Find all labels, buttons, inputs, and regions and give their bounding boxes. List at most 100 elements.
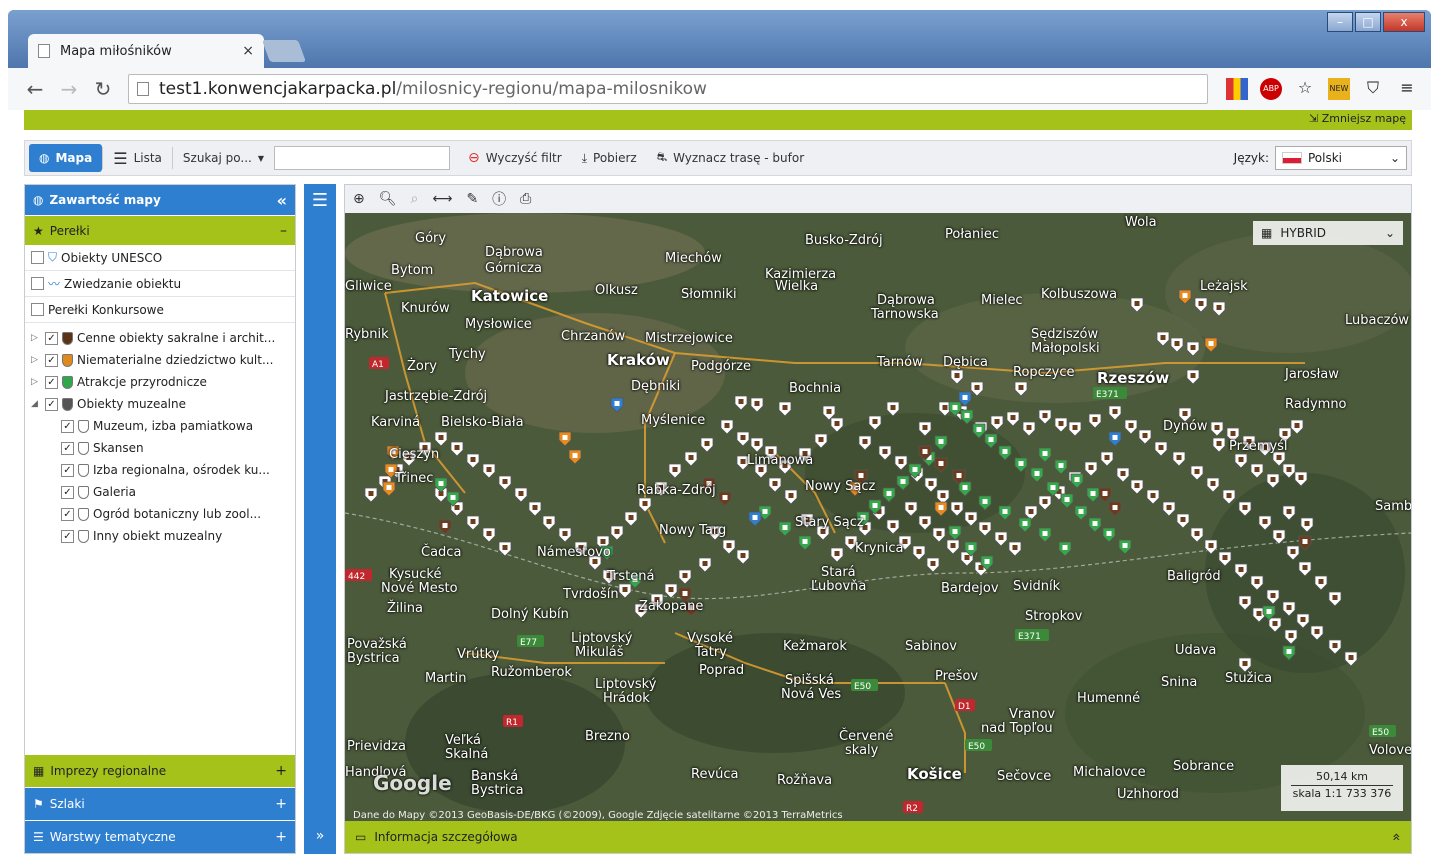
layer-row[interactable]: Perełki Konkursowe: [25, 297, 295, 323]
city-label: Košice: [907, 765, 962, 783]
section-expand-icon[interactable]: +: [275, 763, 287, 779]
expand-arrow-icon[interactable]: ▷: [31, 355, 41, 365]
collapse-panel-icon[interactable]: «: [277, 191, 287, 210]
shield-ext-icon[interactable]: ⛉: [1362, 78, 1384, 100]
tree-item[interactable]: ✓ Ogród botaniczny lub zool...: [25, 503, 295, 525]
layer-row[interactable]: 〰 Zwiedzanie obiektu: [25, 271, 295, 297]
layer-row[interactable]: ⛉ Obiekty UNESCO: [25, 245, 295, 271]
tree-checkbox[interactable]: ✓: [61, 529, 74, 543]
satellite-map[interactable]: A1 E371 E77 E371 E50 R1 D1 E50 E50 R2 442 Góry Dąbr…: [345, 213, 1411, 823]
close-window-button[interactable]: x: [1383, 12, 1425, 32]
city-label: Górnicza: [485, 261, 542, 276]
scale-distance: 50,14 km: [1291, 769, 1393, 786]
info-icon[interactable]: ⓘ: [492, 189, 506, 209]
draw-icon[interactable]: ✎: [466, 191, 478, 207]
city-label: Snina: [1161, 675, 1198, 690]
expand-details-icon[interactable]: »: [1389, 833, 1405, 842]
city-label: Prievidza: [347, 739, 406, 754]
print-icon[interactable]: ⎙: [520, 191, 531, 207]
tree-item[interactable]: ✓ Izba regionalna, ośrodek ku...: [25, 459, 295, 481]
city-label: Sobrance: [1173, 759, 1235, 774]
svg-text:E50: E50: [1372, 728, 1389, 738]
tab-close-icon[interactable]: ×: [242, 43, 254, 59]
expand-arrow-icon[interactable]: ▷: [31, 377, 41, 387]
section-expand-icon[interactable]: +: [275, 829, 287, 845]
minimize-button[interactable]: –: [1327, 12, 1353, 32]
layer-checkbox[interactable]: [31, 277, 44, 290]
details-bar[interactable]: ▭ Informacja szczegółowa »: [345, 821, 1411, 853]
url-field[interactable]: test1.konwencjakarpacka.pl/milosnicy-reg…: [128, 74, 1208, 104]
menu-icon[interactable]: ≡: [1396, 78, 1418, 100]
tree-checkbox[interactable]: ✓: [61, 441, 74, 455]
panel-header[interactable]: ◍ Zawartość mapy «: [25, 185, 295, 215]
tree-checkbox[interactable]: ✓: [61, 485, 74, 499]
city-label: Michalovce: [1073, 765, 1146, 780]
tree-checkbox[interactable]: ✓: [45, 397, 58, 411]
city-label: Podgórze: [691, 359, 751, 374]
back-icon[interactable]: ←: [18, 77, 52, 101]
layer-checkbox[interactable]: [31, 303, 44, 316]
extension-color-icon[interactable]: [1226, 78, 1248, 100]
map-content-panel: ◍ Zawartość mapy « ★ Perełki – ⛉ Obiekty …: [24, 184, 296, 854]
section-1[interactable]: ⚑ Szlaki +: [25, 787, 295, 820]
reload-icon[interactable]: ↻: [86, 77, 120, 101]
route-button[interactable]: ⛐ Wyznacz trasę - bufor: [647, 144, 814, 172]
section-expand-icon[interactable]: +: [275, 796, 287, 812]
search-by-dropdown[interactable]: Szukaj po... ▼: [173, 144, 274, 172]
city-label: Ľubovňa: [811, 579, 867, 594]
language-label: Język:: [1233, 151, 1269, 165]
city-label: Radymno: [1285, 397, 1347, 412]
new-tab-button[interactable]: [261, 40, 307, 62]
details-label: Informacja szczegółowa: [374, 830, 518, 844]
tree-checkbox[interactable]: ✓: [61, 507, 74, 521]
extension-new-icon[interactable]: NEW: [1328, 78, 1350, 100]
tree-checkbox[interactable]: ✓: [61, 419, 74, 433]
city-label: Sędziszów: [1031, 327, 1099, 342]
maximize-button[interactable]: □: [1355, 12, 1381, 32]
browser-tab[interactable]: Mapa miłośników ×: [28, 34, 264, 68]
bookmark-star-icon[interactable]: ☆: [1294, 78, 1316, 100]
expand-panel-icon[interactable]: »: [304, 828, 336, 844]
tree-checkbox[interactable]: ✓: [45, 331, 58, 345]
google-watermark: Google: [373, 771, 452, 795]
city-label: Bystrica: [347, 651, 400, 666]
tree-item[interactable]: ▷ ✓ Cenne obiekty sakralne i archit...: [25, 327, 295, 349]
clear-filter-button[interactable]: ⊖ Wyczyść filtr: [458, 144, 572, 172]
tree-checkbox[interactable]: ✓: [61, 463, 74, 477]
tree-item[interactable]: ▷ ✓ Atrakcje przyrodnicze: [25, 371, 295, 393]
tree-item[interactable]: ✓ Muzeum, izba pamiatkowa: [25, 415, 295, 437]
forward-icon[interactable]: →: [52, 77, 86, 101]
city-label: Poprad: [699, 663, 745, 678]
tree-item[interactable]: ✓ Galeria: [25, 481, 295, 503]
search-input[interactable]: [274, 146, 451, 170]
expanded-arrow-icon[interactable]: ◢: [31, 399, 41, 409]
legend-list-icon[interactable]: ☰: [304, 190, 336, 211]
section-2[interactable]: ☰ Warstwy tematyczne +: [25, 820, 295, 853]
language-dropdown[interactable]: Polski ⌄: [1275, 146, 1407, 170]
tree-item[interactable]: ◢ ✓ Obiekty muzealne: [25, 393, 295, 415]
download-button[interactable]: ⤓ Pobierz: [572, 144, 647, 172]
tree-checkbox[interactable]: ✓: [45, 375, 58, 389]
measure-icon[interactable]: ⟷: [432, 191, 452, 207]
section-perelki[interactable]: ★ Perełki –: [25, 215, 295, 245]
section-label: Szlaki: [49, 797, 85, 811]
city-label: Jarosław: [1285, 367, 1339, 382]
section-0[interactable]: ▦ Imprezy regionalne +: [25, 754, 295, 787]
zoom-extent-icon[interactable]: ⊕: [353, 191, 365, 207]
tab-map[interactable]: ◍ Mapa: [29, 144, 103, 172]
tab-list[interactable]: ☰ Lista: [103, 144, 172, 172]
expand-arrow-icon[interactable]: ▷: [31, 333, 41, 343]
zoom-in-icon[interactable]: 🔍︎: [379, 191, 397, 207]
tree-item[interactable]: ✓ Skansen: [25, 437, 295, 459]
tree-item[interactable]: ▷ ✓ Niematerialne dziedzictwo kult...: [25, 349, 295, 371]
tree-checkbox[interactable]: ✓: [45, 353, 58, 367]
adblock-icon[interactable]: ABP: [1260, 78, 1282, 100]
layer-checkbox[interactable]: [31, 251, 44, 264]
city-label: Góry: [415, 231, 447, 246]
title-bar: Mapa miłośników × – □ x: [8, 10, 1431, 68]
section-collapse-icon[interactable]: –: [280, 223, 287, 239]
map-type-dropdown[interactable]: ▦ HYBRID ⌄: [1253, 221, 1403, 245]
shrink-map-link[interactable]: ⇲ Zmniejsz mapę: [1309, 112, 1406, 125]
tree-item[interactable]: ✓ Inny obiekt muzealny: [25, 525, 295, 547]
zoom-out-icon[interactable]: ⌕: [411, 191, 419, 207]
